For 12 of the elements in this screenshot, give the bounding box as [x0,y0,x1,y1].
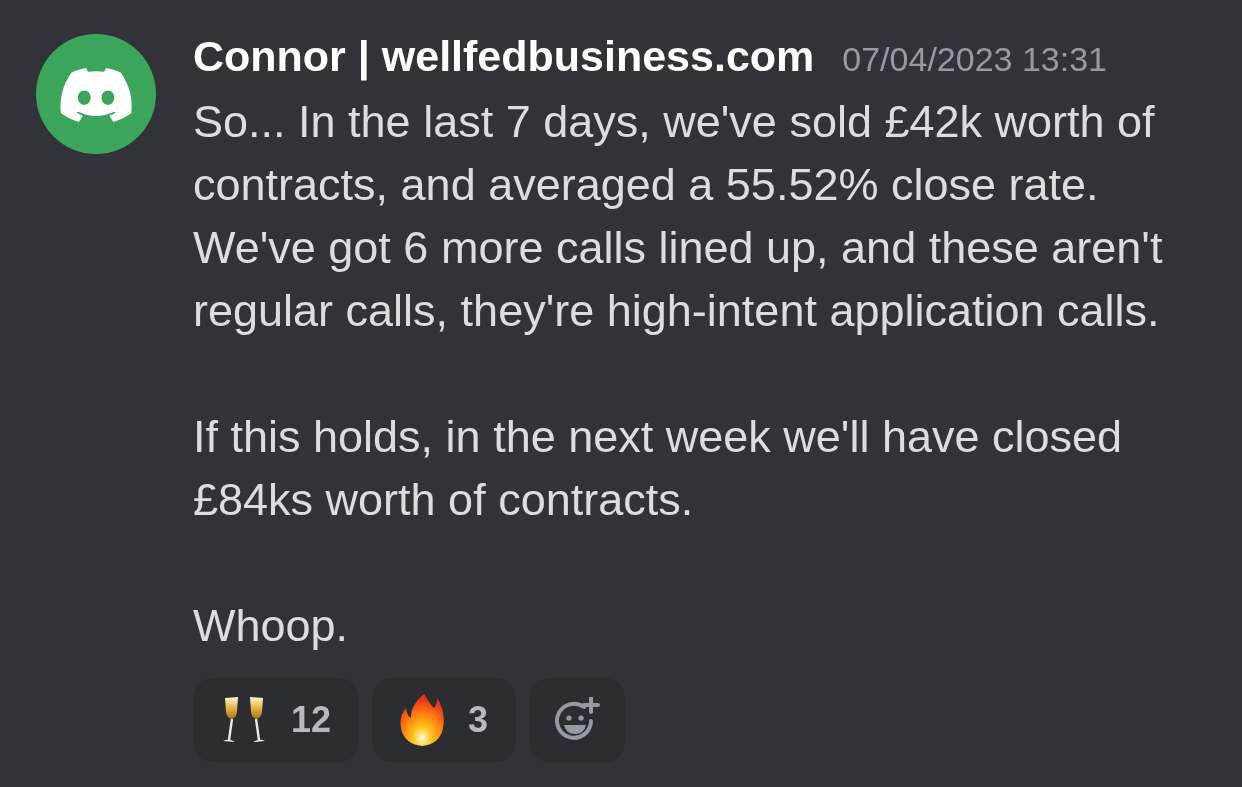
smiley-plus-icon [554,697,601,743]
timestamp: 07/04/2023 13:31 [842,39,1107,80]
reaction-button[interactable]: 12 [193,678,360,762]
username[interactable]: Connor | wellfedbusiness.com [193,31,815,81]
champagne-glasses-icon [221,696,267,744]
add-reaction-button[interactable] [529,678,626,762]
flame-icon [400,694,445,746]
avatar-icon[interactable] [36,34,156,154]
message-text: So... In the last 7 days, we've sold £42k worth of contracts, and averaged a 55.52% close rate. We've got 6 more calls lined up, and these aren't regular calls, they're high-intent application calls. [193,95,1163,338]
message-text: Whoop. [193,599,349,653]
reaction-button[interactable]: 3 [372,678,517,762]
message-text: If this holds, in the next week we'll have closed £84ks worth of contracts. [193,410,1123,527]
